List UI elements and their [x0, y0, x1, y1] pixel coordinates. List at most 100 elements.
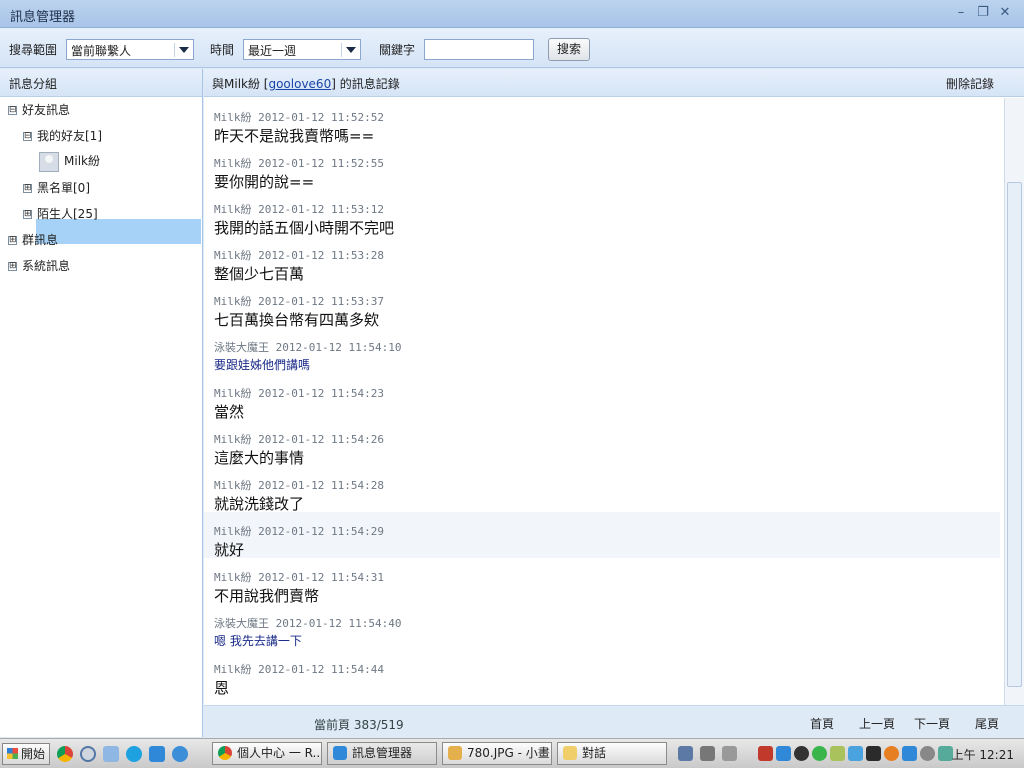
expand-icon[interactable]: ⊞: [8, 236, 17, 245]
expand-icon[interactable]: ⊞: [8, 262, 17, 271]
task-paint[interactable]: 780.JPG - 小畫...: [442, 742, 552, 765]
tree-node-system-messages[interactable]: ⊞ 系統訊息: [8, 255, 70, 277]
current-page: 當前頁 383/519: [314, 718, 404, 732]
messenger-icon[interactable]: [776, 746, 791, 761]
message-item: Milk紛 2012-01-12 11:54:23 當然: [204, 374, 1000, 421]
keyword-label: 關鍵字: [379, 43, 416, 57]
message-meta: 泳裝大魔王 2012-01-12 11:54:40: [214, 617, 402, 630]
conversation-panel: 與Milk紛 [goolove60] 的訊息記錄 刪除記錄 Milk紛 2012…: [204, 69, 1024, 737]
range-separator: [174, 43, 175, 57]
message-meta: Milk紛 2012-01-12 11:54:31: [214, 571, 384, 584]
qq-icon[interactable]: [794, 746, 809, 761]
avatar: [39, 152, 59, 172]
group-panel: 訊息分組 ⊟ 好友訊息 ⊟ 我的好友[1] Milk紛 ⊞ 黑名單[0] ⊞ 陌生人[2…: [0, 69, 203, 737]
message-meta: Milk紛 2012-01-12 11:54:23: [214, 387, 384, 400]
time-value: 最近一週: [248, 44, 297, 58]
tree-node-label: 陌生人[25]: [37, 207, 98, 221]
start-button[interactable]: 開始: [2, 743, 50, 765]
ime-icon[interactable]: [678, 746, 693, 761]
message-text: 要你開的說==: [214, 173, 315, 191]
message-scrollbar[interactable]: [1004, 98, 1024, 705]
message-text: 就說洗錢改了: [214, 495, 305, 513]
volume-icon[interactable]: [920, 746, 935, 761]
message-text: 這麼大的事情: [214, 449, 305, 467]
search-button[interactable]: 搜索: [548, 38, 590, 61]
task-message-manager[interactable]: 訊息管理器: [327, 742, 437, 765]
collapse-icon[interactable]: ⊟: [23, 132, 32, 141]
media-player-icon[interactable]: [80, 746, 96, 762]
taskbar: 開始 個人中心 一 R... 訊息管理器 780.JPG - 小畫... 對話 …: [0, 738, 1024, 768]
message-meta: 泳裝大魔王 2012-01-12 11:54:10: [214, 341, 402, 354]
caption-prefix: 與Milk紛 [: [212, 77, 269, 91]
task-dialog[interactable]: 對話: [557, 742, 667, 765]
message-meta: Milk紛 2012-01-12 11:52:55: [214, 157, 384, 170]
display-icon[interactable]: [866, 746, 881, 761]
message-item: Milk紛 2012-01-12 11:54:26 這麼大的事情: [204, 420, 1000, 467]
folder-icon[interactable]: [103, 746, 119, 762]
expand-icon[interactable]: ⊞: [23, 184, 32, 193]
tree-node-friend-messages[interactable]: ⊟ 好友訊息: [8, 99, 70, 121]
chrome-icon[interactable]: [57, 746, 73, 762]
last-page-link[interactable]: 尾頁: [975, 715, 999, 732]
tree-node-contact-milk[interactable]: Milk紛: [36, 150, 201, 172]
tree-node-label: Milk紛: [64, 154, 100, 168]
collapse-icon[interactable]: ⊟: [8, 106, 17, 115]
tree-node-strangers[interactable]: ⊞ 陌生人[25]: [23, 203, 98, 225]
task-label: 780.JPG - 小畫...: [467, 746, 552, 760]
message-item: Milk紛 2012-01-12 11:52:55 要你開的說==: [204, 144, 1000, 191]
message-item: Milk紛 2012-01-12 11:54:29 就好: [204, 512, 1000, 559]
next-page-link[interactable]: 下一頁: [914, 715, 950, 732]
paint-icon: [448, 746, 462, 760]
clock: 上午 12:21: [951, 748, 1014, 762]
messenger-icon[interactable]: [149, 746, 165, 762]
scrollbar-thumb[interactable]: [1007, 182, 1022, 687]
message-item: Milk紛 2012-01-12 11:53:12 我開的話五個小時開不完吧: [204, 190, 1000, 237]
first-page-link[interactable]: 首頁: [810, 715, 834, 732]
chrome-icon: [218, 746, 232, 760]
message-meta: Milk紛 2012-01-12 11:53:12: [214, 203, 384, 216]
caption-suffix: ] 的訊息記錄: [331, 77, 400, 91]
task-chrome[interactable]: 個人中心 一 R...: [212, 742, 322, 765]
message-meta: Milk紛 2012-01-12 11:53:28: [214, 249, 384, 262]
tree-node-label: 黑名單[0]: [37, 181, 90, 195]
pager: 當前頁 383/519 首頁 上一頁 下一頁 尾頁: [204, 705, 1024, 737]
messenger-icon: [333, 746, 347, 760]
security-icon[interactable]: [812, 746, 827, 761]
minimize-button[interactable]: –: [954, 6, 968, 20]
message-text: 要跟娃姊他們講嗎: [214, 358, 311, 372]
delete-records-button[interactable]: 刪除記錄: [946, 75, 994, 92]
tree-node-blacklist[interactable]: ⊞ 黑名單[0]: [23, 177, 90, 199]
range-select[interactable]: 當前聯繫人: [66, 39, 194, 60]
bar-icon[interactable]: [722, 746, 737, 761]
chevron-down-icon[interactable]: [179, 47, 189, 53]
dropbox-icon[interactable]: [848, 746, 863, 761]
tree-node-my-friends[interactable]: ⊟ 我的好友[1]: [23, 125, 102, 147]
network-icon[interactable]: [830, 746, 845, 761]
antivirus-icon[interactable]: [758, 746, 773, 761]
contact-id-link[interactable]: goolove60: [268, 77, 331, 91]
ie-icon[interactable]: [172, 746, 188, 762]
pin-icon[interactable]: [700, 746, 715, 761]
task-label: 對話: [582, 746, 607, 760]
message-list: Milk紛 2012-01-12 11:52:52 昨天不是說我賣幣嗎== Mi…: [204, 98, 1004, 705]
restore-button[interactable]: ❐: [976, 6, 990, 20]
message-text: 整個少七百萬: [214, 265, 305, 283]
chevron-down-icon[interactable]: [346, 47, 356, 53]
message-text: 昨天不是說我賣幣嗎==: [214, 127, 375, 145]
message-item: 泳裝大魔王 2012-01-12 11:54:10 要跟娃姊他們講嗎: [204, 328, 1000, 374]
time-select[interactable]: 最近一週: [243, 39, 361, 60]
close-button[interactable]: ✕: [998, 6, 1012, 20]
time-label: 時間: [210, 43, 235, 57]
prev-page-link[interactable]: 上一頁: [859, 715, 895, 732]
task-label: 訊息管理器: [352, 746, 413, 760]
tree-node-label: 好友訊息: [22, 103, 71, 117]
expand-icon[interactable]: ⊞: [23, 210, 32, 219]
tree-node-group-messages[interactable]: ⊞ 群訊息: [8, 229, 58, 251]
message-item: Milk紛 2012-01-12 11:52:52 昨天不是說我賣幣嗎==: [204, 98, 1000, 145]
update-icon[interactable]: [884, 746, 899, 761]
message-meta: Milk紛 2012-01-12 11:54:26: [214, 433, 384, 446]
chat-icon[interactable]: [902, 746, 917, 761]
keyword-input[interactable]: [424, 39, 534, 60]
skype-icon[interactable]: [126, 746, 142, 762]
message-item: Milk紛 2012-01-12 11:54:44 恩: [204, 650, 1000, 697]
